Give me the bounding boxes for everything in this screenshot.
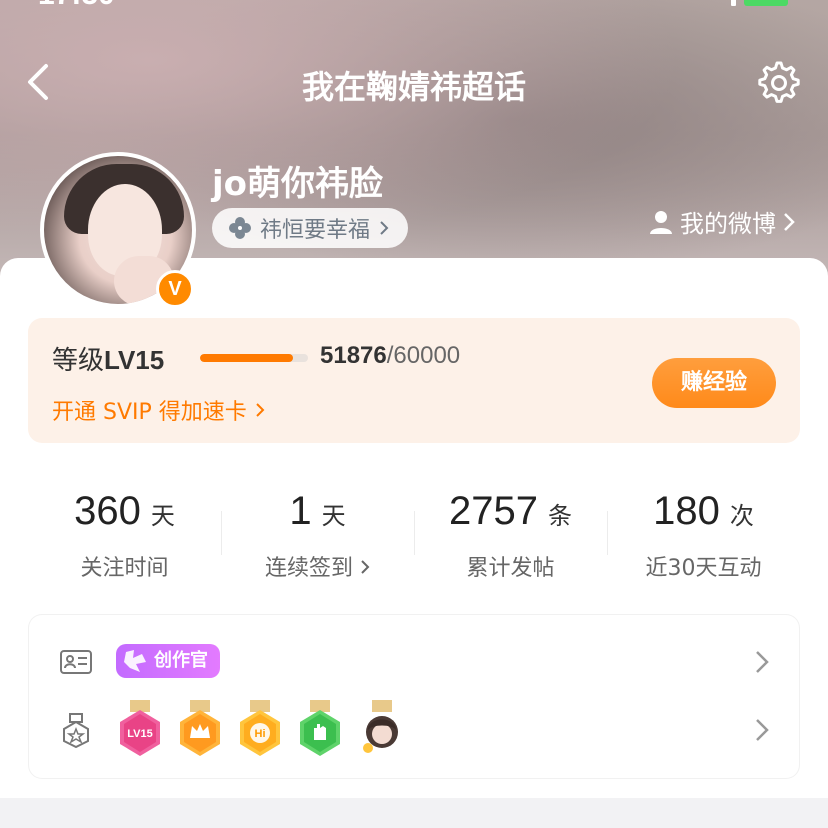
page-title: 我在鞠婧祎超话 [301,68,526,106]
nav-bar: 我在鞠婧祎超话 [0,50,828,116]
chevron-right-icon [256,403,265,417]
stat-follow-days: 360 天 关注时间 [28,463,221,593]
stat-interactions-30d: 180 次 近30天互动 [607,463,800,593]
gear-icon [758,61,800,103]
chevron-right-icon [361,560,370,574]
stat-total-posts: 2757 条 累计发帖 [414,463,607,593]
medal-avatar [363,700,398,753]
chevron-right-icon [756,719,769,741]
screen: 17:50 我在鞠婧祎超话 V jo萌你祎脸 [0,0,828,828]
fan-tag-label: 祎恒要幸福 [260,218,371,243]
creator-glyph-icon [124,650,146,672]
id-card-icon [60,650,92,674]
stat-label: 关注时间 [80,556,169,581]
medal-crown [180,700,220,756]
stat-label-text: 连续签到 [264,556,353,581]
medal-clap [300,700,340,756]
svip-link[interactable]: 开通 SVIP 得加速卡 [52,394,266,426]
medal-lv15: LV15 [120,700,160,756]
stat-unit: 条 [547,502,572,530]
my-weibo-label: 我的微博 [680,210,776,238]
medal-hi-text: Hi [255,728,266,740]
stat-number: 180 [653,489,720,533]
creator-badge: 创作官 [116,644,220,678]
status-time: 17:50 [38,0,115,12]
level-panel: 等级LV15 51876/60000 开通 SVIP 得加速卡 赚经验 [28,318,800,443]
medal-hi: Hi [240,700,280,756]
stat-label: 连续签到 [221,550,414,582]
creator-label: 创作官 [154,650,208,671]
person-icon [650,210,672,234]
nickname: jo萌你祎脸 [212,164,384,204]
status-bar: 17:50 [0,0,828,12]
exp-current: 51876 [320,342,387,369]
bottom-strip [0,798,828,828]
stats-row: 360 天 关注时间 1天 连续签到 2757 条 累计发帖 180 次 近30天互动 [28,463,800,593]
stat-label: 累计发帖 [466,556,555,581]
exp-text: 51876/60000 [320,342,460,370]
medal-lv-text: LV15 [127,728,152,740]
svip-text: 开通 SVIP 得加速卡 [52,400,247,425]
stat-number: 1 [289,489,312,533]
identity-row[interactable]: 创作官 [28,632,800,692]
verified-badge: V [156,270,194,308]
level-label: 等级LV15 [52,340,164,377]
stat-label: 近30天互动 [645,556,762,581]
stat-number: 360 [74,489,141,533]
my-weibo-link[interactable]: 我的微博 [648,204,796,239]
fan-tag-button[interactable]: 祎恒要幸福 [212,208,409,248]
earn-exp-button[interactable]: 赚经验 [652,358,776,408]
clover-icon [229,217,251,239]
medals-row[interactable]: LV15 Hi [28,700,800,760]
exp-max: /60000 [386,342,461,369]
badges-panel: 创作官 LV15 Hi [28,614,800,779]
level-title: 等级 [52,346,105,376]
status-icons [731,0,788,6]
exp-progress-fill [200,354,294,362]
content-card: 等级LV15 51876/60000 开通 SVIP 得加速卡 赚经验 360 天… [0,258,828,798]
stat-number: 2757 [449,489,538,533]
stat-unit: 天 [150,502,175,530]
signal-icon [731,0,736,6]
medal-outline-icon [63,713,89,748]
chevron-right-icon [380,221,389,235]
battery-icon [744,0,788,6]
exp-progress-bar [200,354,308,362]
stat-unit: 天 [321,502,346,530]
level-value: LV15 [104,345,165,375]
chevron-right-icon [756,651,769,673]
stat-checkin-days[interactable]: 1天 连续签到 [221,463,414,593]
stat-unit: 次 [729,502,754,530]
chevron-right-icon [784,212,795,231]
settings-button[interactable] [752,58,802,108]
